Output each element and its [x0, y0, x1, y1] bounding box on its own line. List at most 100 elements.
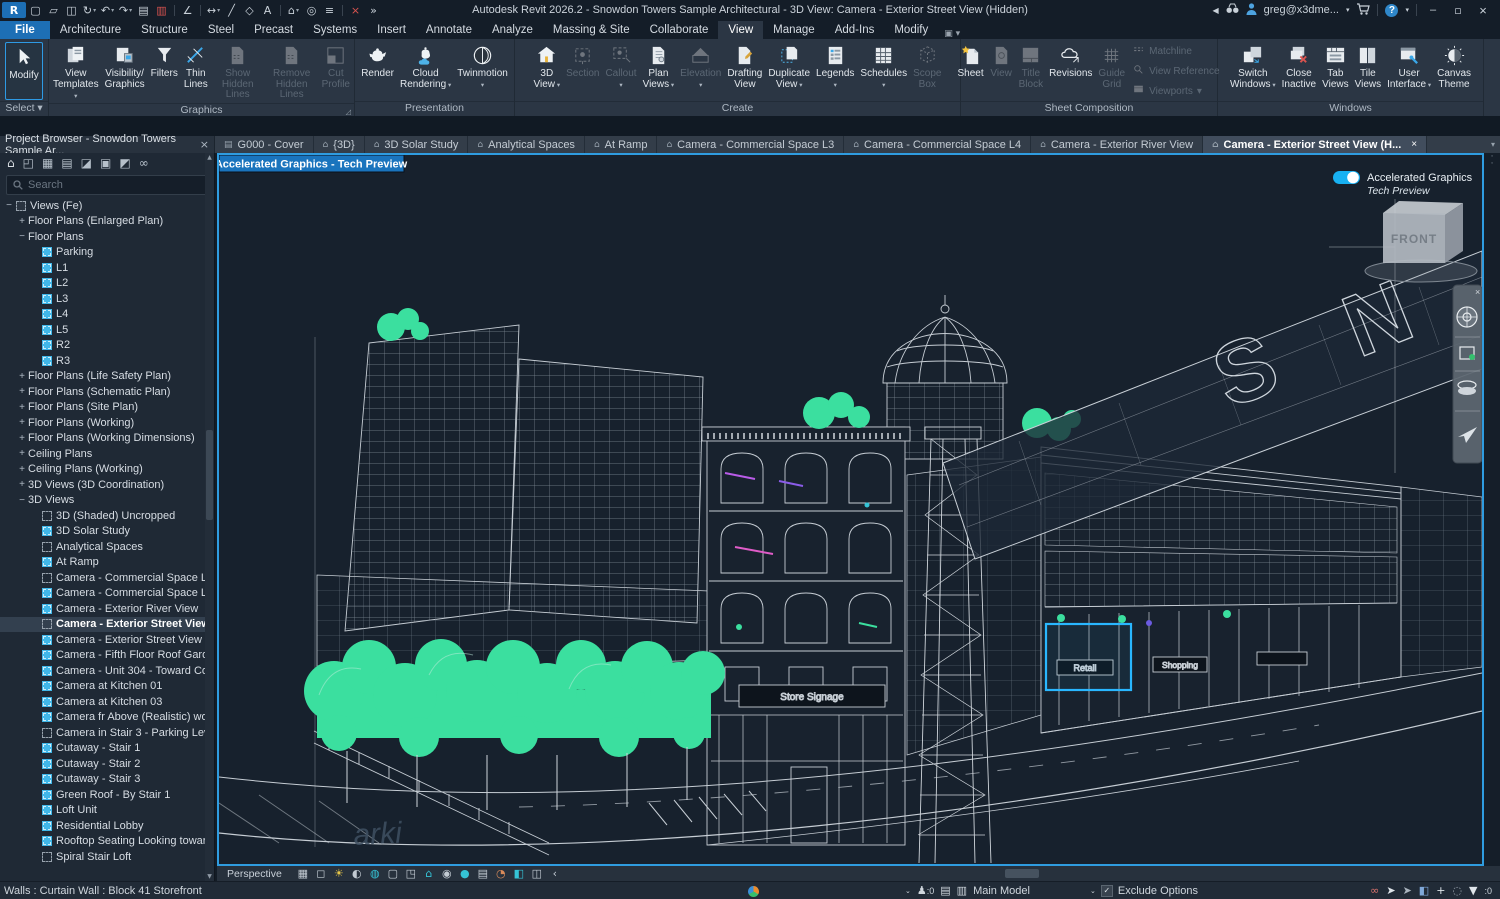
tree-item-parking[interactable]: Parking — [0, 245, 214, 261]
scroll-thumb[interactable] — [206, 430, 213, 520]
dropdown-arrow-icon[interactable]: ▾ — [555, 82, 560, 89]
model-line-icon[interactable]: ╱ — [223, 2, 240, 19]
schedules-icon[interactable]: ▦ — [42, 156, 53, 170]
dropdown-arrow-icon[interactable]: ▾ — [1426, 82, 1431, 89]
revit-logo[interactable]: R — [2, 2, 26, 18]
views-filter-icon[interactable]: ◰ — [23, 156, 34, 170]
tree-item-floor-plans-site-plan[interactable]: +Floor Plans (Site Plan) — [0, 400, 214, 416]
ribbon-button-plan-views[interactable]: PlanViews ▾ — [640, 41, 678, 101]
help-chevron-icon[interactable]: ▾ — [1405, 6, 1409, 14]
rendering-dialog-icon[interactable]: ◍ — [366, 867, 384, 880]
tree-item-3d-solar-study[interactable]: 3D Solar Study — [0, 524, 214, 540]
selected-storefront[interactable] — [1046, 624, 1131, 690]
ribbon-tab-annotate[interactable]: Annotate — [416, 21, 482, 39]
text-icon[interactable]: A — [259, 2, 276, 19]
ribbon-button-visibility-graphics[interactable]: Visibility/Graphics — [102, 41, 148, 103]
ribbon-button-legends[interactable]: Legends ▾ — [813, 41, 857, 101]
tree-item-green-roof-by-stair-1[interactable]: Green Roof - By Stair 1 — [0, 787, 214, 803]
center-building[interactable]: Store Signage — [702, 392, 910, 845]
ribbon-tab-modify[interactable]: Modify — [884, 21, 938, 39]
ribbon-button-revisions[interactable]: Revisions — [1046, 41, 1095, 101]
account-icon[interactable] — [1246, 3, 1257, 18]
tree-item-l5[interactable]: L5 — [0, 322, 214, 338]
select-links-icon[interactable]: ◧ — [1419, 884, 1429, 897]
tree-item-camera-commercial-space-l3[interactable]: Camera - Commercial Space L3 — [0, 570, 214, 586]
ribbon-tab-massing-site[interactable]: Massing & Site — [543, 21, 640, 39]
close-button[interactable]: × — [1474, 3, 1492, 18]
print-icon[interactable]: ▤ — [135, 2, 152, 19]
tree-expander[interactable]: + — [16, 464, 28, 475]
tree-expander[interactable]: + — [16, 216, 28, 227]
tree-item-r3[interactable]: R3 — [0, 353, 214, 369]
exclude-options-checkbox[interactable]: ✓ — [1101, 885, 1113, 897]
open-icon[interactable]: ▱ — [45, 2, 62, 19]
tree-item-camera-exterior-street-view-h[interactable]: Camera - Exterior Street View (H — [0, 617, 214, 633]
section-qat-icon[interactable]: ◎ — [303, 2, 320, 19]
drawing-area[interactable]: Retail Shopping Store Signage — [217, 153, 1484, 866]
visual-style-icon[interactable]: ◻ — [312, 867, 330, 880]
ribbon-button-twinmotion[interactable]: Twinmotion ▾ — [454, 41, 511, 101]
shadows-icon[interactable]: ◐ — [348, 867, 366, 880]
ribbon-button-render[interactable]: Render — [358, 41, 397, 101]
detail-level-icon[interactable]: ▦ — [294, 867, 312, 880]
tree-item-ceiling-plans[interactable]: +Ceiling Plans — [0, 446, 214, 462]
ribbon-button-filters[interactable]: Filters — [148, 41, 181, 103]
panel-label-graphics[interactable]: Graphics◿ — [49, 103, 354, 117]
ribbon-button-thin-lines[interactable]: ThinLines — [181, 41, 211, 103]
background-processes-icon[interactable]: ◌ — [1452, 884, 1462, 897]
account-label[interactable]: greg@x3dme... — [1264, 4, 1339, 16]
view-tab-g000-cover[interactable]: ▤G000 - Cover — [215, 136, 314, 153]
ribbon-button-canvas-theme[interactable]: CanvasTheme — [1434, 41, 1474, 101]
families-icon[interactable]: ◪ — [81, 156, 92, 170]
dropdown-arrow-icon[interactable]: ▾ — [1271, 82, 1276, 89]
undo-icon[interactable]: ↶▾ — [99, 2, 116, 19]
tree-item-cutaway-stair-3[interactable]: Cutaway - Stair 3 — [0, 772, 214, 788]
navigation-bar[interactable]: × — [1453, 285, 1482, 463]
account-chevron-icon[interactable]: ▾ — [1346, 6, 1350, 14]
view-tab-3d[interactable]: ⌂{3D} — [314, 136, 365, 153]
ribbon-button-tab-views[interactable]: TabViews — [1319, 41, 1352, 101]
temporary-isolate-status-icon[interactable]: ∞ — [1370, 884, 1379, 897]
dropdown-arrow-icon[interactable]: ▾ — [93, 7, 96, 14]
tree-item-camera-exterior-street-view-rea[interactable]: Camera - Exterior Street View (Rea — [0, 632, 214, 648]
tree-item-views-fe[interactable]: −Views (Fe) — [0, 198, 214, 214]
redo-icon[interactable]: ↷▾ — [117, 2, 134, 19]
active-workset-label[interactable]: Main Model — [973, 885, 1030, 897]
tree-item-camera-fr-above-realistic-wo-poi[interactable]: Camera fr Above (Realistic) wo Poi — [0, 710, 214, 726]
sun-path-icon[interactable]: ☀ — [330, 867, 348, 880]
panel-label-select[interactable]: Select ▾ — [0, 101, 48, 116]
tree-scrollbar[interactable]: ▲ ▼ — [205, 153, 214, 881]
ribbon-tab-architecture[interactable]: Architecture — [50, 21, 131, 39]
collapse-search-icon[interactable]: ◀ — [1212, 6, 1218, 15]
tree-item-3d-views-3d-coordination[interactable]: +3D Views (3D Coordination) — [0, 477, 214, 493]
search-input[interactable]: Search — [6, 175, 208, 195]
tree-item-l3[interactable]: L3 — [0, 291, 214, 307]
collapse-bar-icon[interactable]: ‹ — [546, 867, 564, 880]
revit-links-icon[interactable]: ◩ — [119, 156, 130, 170]
dropdown-arrow-icon[interactable]: ▾ — [882, 82, 885, 89]
dropdown-arrow-icon[interactable]: ▾ — [481, 82, 484, 89]
tree-item-floor-plans-working[interactable]: +Floor Plans (Working) — [0, 415, 214, 431]
temporary-hide-isolate-icon[interactable]: ◉ — [438, 867, 456, 880]
filter-icon[interactable]: ▼ — [1469, 884, 1477, 897]
tree-item-floor-plans-working-dimensions[interactable]: +Floor Plans (Working Dimensions) — [0, 431, 214, 447]
ribbon-tab-view[interactable]: View — [718, 21, 763, 39]
view-tab-at-ramp[interactable]: ⌂At Ramp — [585, 136, 658, 153]
dropdown-arrow-icon[interactable]: ▾ — [296, 7, 299, 14]
ribbon-button-close-inactive[interactable]: CloseInactive — [1279, 41, 1319, 101]
tree-item-floor-plans-life-safety-plan[interactable]: +Floor Plans (Life Safety Plan) — [0, 369, 214, 385]
tree-expander[interactable]: − — [16, 231, 28, 242]
workset-icon[interactable]: ▥ — [957, 884, 967, 897]
sheets-icon[interactable]: ▤ — [61, 156, 72, 170]
tree-expander[interactable]: + — [16, 448, 28, 459]
view-tab-camera-commercial-space-l3[interactable]: ⌂Camera - Commercial Space L3 — [657, 136, 844, 153]
tree-expander[interactable]: + — [16, 386, 28, 397]
view-tab-camera-exterior-river-view[interactable]: ⌂Camera - Exterior River View — [1031, 136, 1203, 153]
dropdown-arrow-icon[interactable]: ▾ — [669, 82, 674, 89]
tree-item-l1[interactable]: L1 — [0, 260, 214, 276]
view-tab-camera-commercial-space-l4[interactable]: ⌂Camera - Commercial Space L4 — [844, 136, 1031, 153]
horizontal-scroll-thumb[interactable] — [1005, 869, 1039, 878]
scroll-up-icon[interactable]: ▲ — [207, 154, 212, 161]
minimize-button[interactable]: – — [1424, 4, 1442, 16]
search-icon[interactable] — [1226, 3, 1239, 17]
